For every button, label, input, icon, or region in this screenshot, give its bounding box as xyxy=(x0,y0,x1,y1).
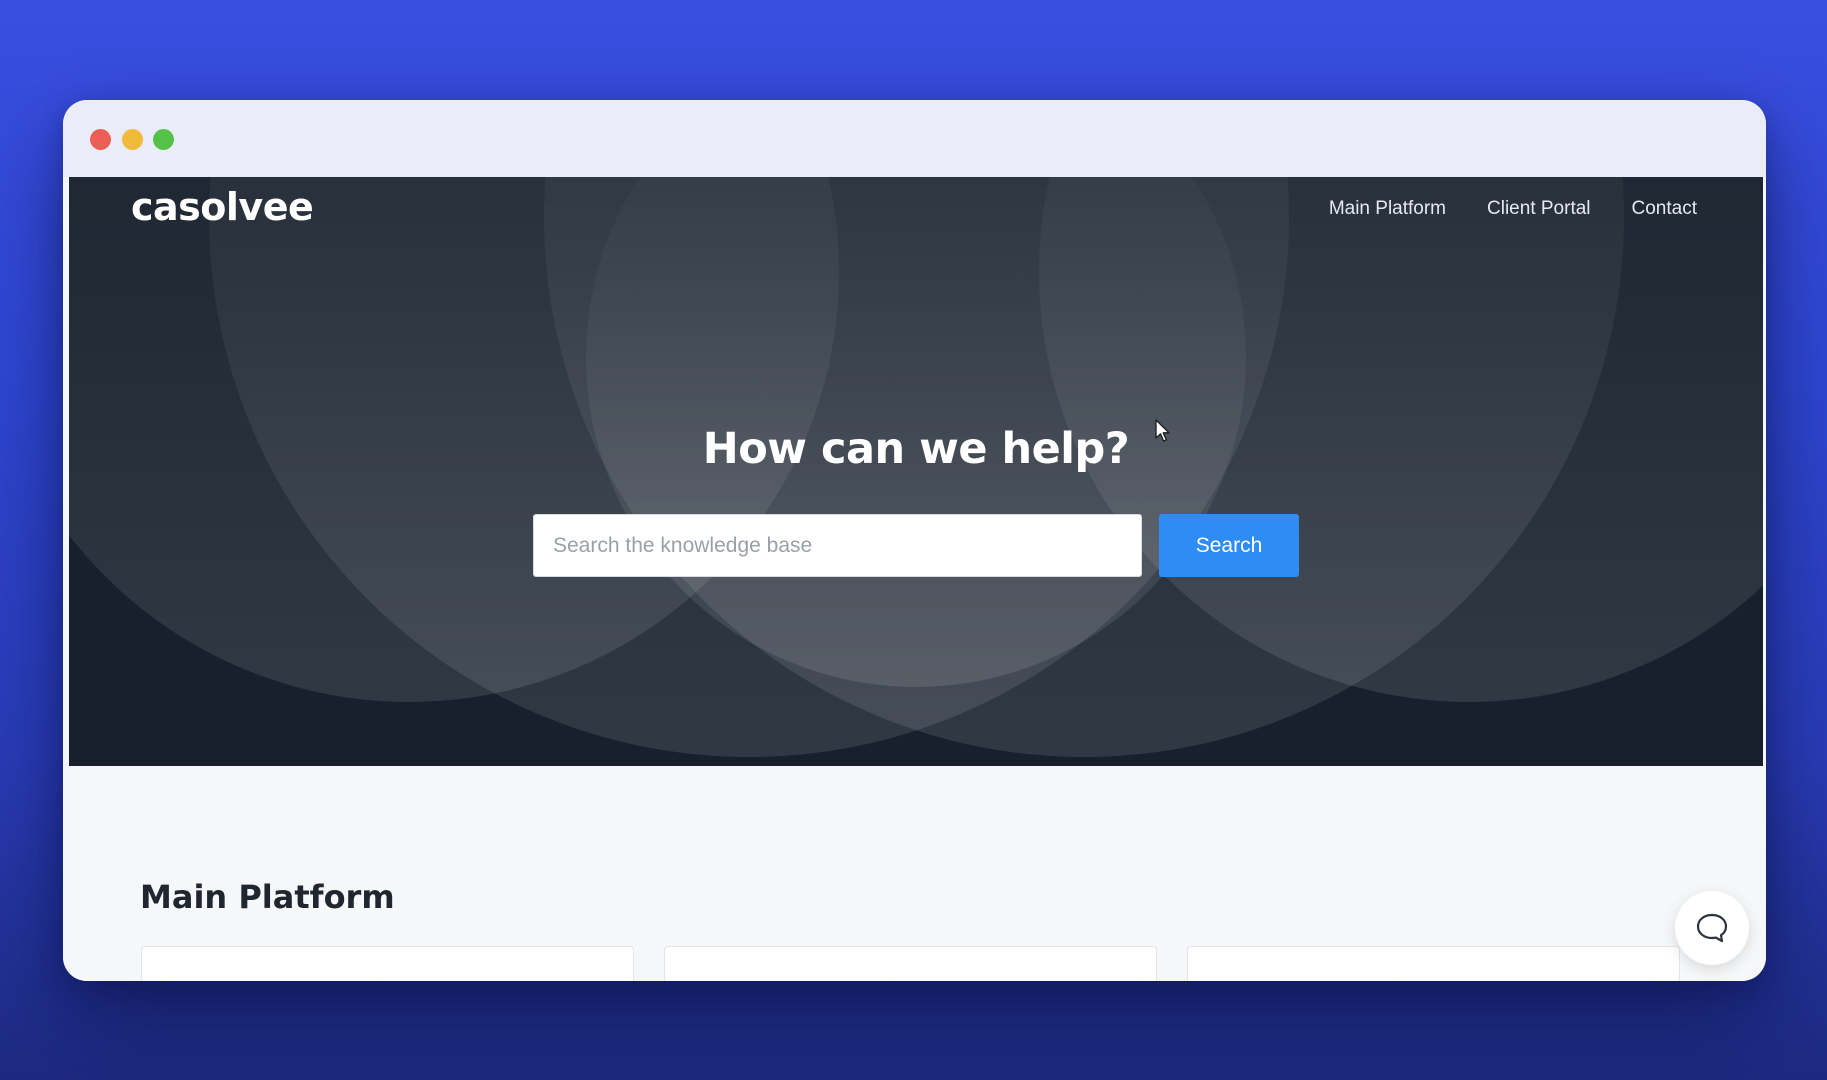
hero-title: How can we help? xyxy=(702,424,1130,474)
chat-widget-button[interactable] xyxy=(1675,891,1749,965)
nav-link-main-platform[interactable]: Main Platform xyxy=(1329,198,1446,220)
knowledge-base-search-input[interactable] xyxy=(533,514,1142,577)
nav-link-client-portal[interactable]: Client Portal xyxy=(1487,198,1591,220)
page-viewport: casolvee Main Platform Client Portal Con… xyxy=(63,177,1766,981)
nav-link-contact[interactable]: Contact xyxy=(1632,198,1697,220)
nav-links: Main Platform Client Portal Contact xyxy=(1329,198,1697,220)
close-window-button[interactable] xyxy=(90,129,111,150)
chat-bubble-icon xyxy=(1696,913,1728,943)
casolve-logo[interactable]: casolvee xyxy=(131,185,314,229)
maximize-window-button[interactable] xyxy=(153,129,174,150)
window-titlebar xyxy=(63,100,1766,177)
mouse-pointer-icon xyxy=(1155,419,1170,442)
search-button[interactable]: Search xyxy=(1159,514,1299,577)
article-card[interactable] xyxy=(1187,946,1680,981)
top-navbar: casolvee Main Platform Client Portal Con… xyxy=(69,177,1763,243)
section-title-main-platform: Main Platform xyxy=(140,878,395,916)
minimize-window-button[interactable] xyxy=(122,129,143,150)
browser-window: casolvee Main Platform Client Portal Con… xyxy=(63,100,1766,981)
search-bar: Search xyxy=(69,514,1763,577)
hero-section: casolvee Main Platform Client Portal Con… xyxy=(69,177,1763,766)
article-card[interactable] xyxy=(141,946,634,981)
article-card[interactable] xyxy=(664,946,1157,981)
